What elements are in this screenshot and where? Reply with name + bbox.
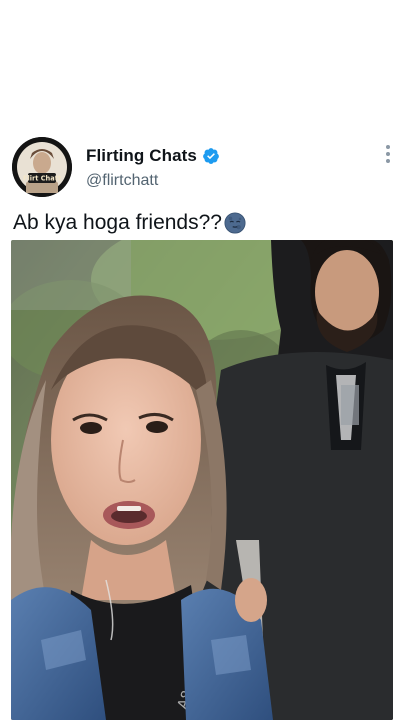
post-text-row: Ab kya hoga friends?? [13, 208, 393, 238]
post-media-video[interactable]: A8 [11, 240, 393, 720]
account-handle[interactable]: @flirtchatt [86, 172, 158, 190]
avatar-image: Flirt Chatt [12, 137, 72, 197]
name-row[interactable]: Flirting Chats [86, 145, 220, 167]
moon-face-emoji-icon [224, 212, 246, 234]
avatar[interactable]: Flirt Chatt [12, 137, 72, 197]
svg-text:Flirt Chatt: Flirt Chatt [23, 175, 61, 183]
more-vertical-icon[interactable] [376, 142, 400, 166]
video-frame-image: A8 [11, 240, 393, 720]
tweet-screen: Flirt Chatt Flirting Chats @flirtchatt A… [0, 0, 405, 720]
verified-badge-icon [203, 148, 219, 164]
post-text: Ab kya hoga friends?? [13, 211, 222, 234]
post-header: Flirt Chatt Flirting Chats @flirtchatt [0, 130, 405, 200]
display-name: Flirting Chats [86, 146, 197, 165]
